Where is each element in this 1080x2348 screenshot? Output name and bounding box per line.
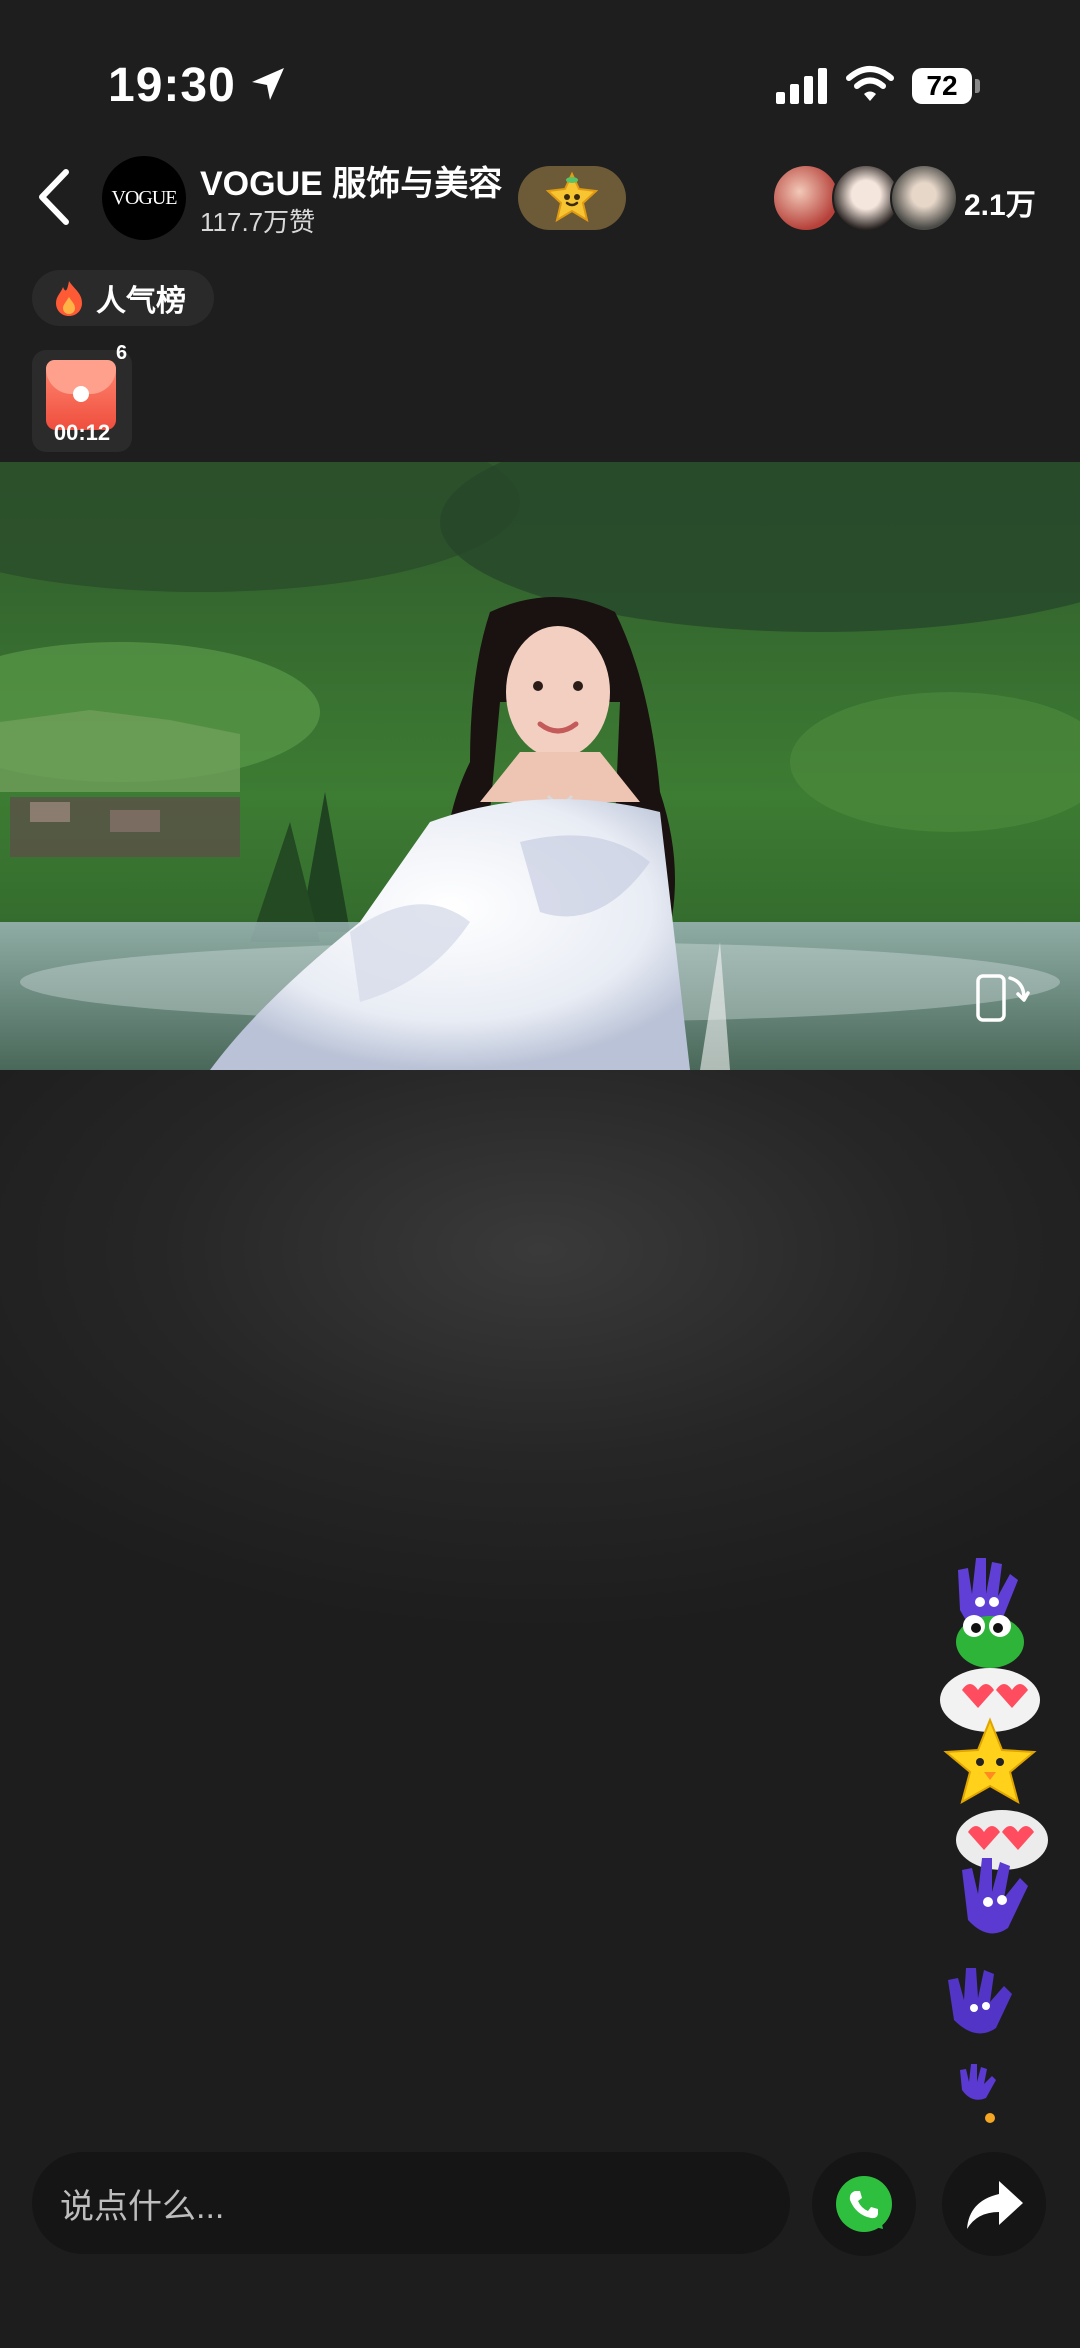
red-envelope-count-badge: 6 (116, 342, 128, 364)
purple-hand-reaction-3 (948, 1968, 1012, 2034)
viewer-avatar-3 (890, 164, 958, 232)
call-button[interactable] (812, 2152, 916, 2256)
channel-avatar[interactable]: VOGUE (102, 156, 186, 240)
battery-tip (975, 79, 980, 93)
heart-eyes-reaction-2 (956, 1810, 1048, 1870)
live-video[interactable] (0, 462, 1080, 1070)
flame-icon (56, 281, 82, 316)
channel-likes: 117.7万赞 (200, 207, 316, 237)
red-envelope-button[interactable]: 00:12 (32, 350, 132, 452)
red-envelope-timer: 00:12 (53, 420, 111, 445)
signal-icon (776, 68, 827, 104)
follow-button[interactable] (518, 166, 626, 230)
phone-call-icon (836, 2176, 892, 2232)
battery-icon: 72 (912, 68, 982, 106)
battery-level: 72 (912, 68, 972, 104)
red-envelope-seal (73, 386, 89, 402)
viewer-avatar-1 (772, 164, 840, 232)
wifi-icon (846, 66, 894, 101)
green-frog-reaction (956, 1615, 1024, 1668)
viewer-count[interactable]: 2.1万 (964, 180, 1036, 224)
back-icon[interactable] (32, 166, 76, 228)
share-arrow-icon (967, 2181, 1023, 2229)
location-arrow-icon (252, 68, 284, 100)
channel-name[interactable]: VOGUE 服饰与美容 (200, 156, 502, 205)
rotate-screen-icon[interactable] (970, 966, 1032, 1028)
floating-reactions (940, 1558, 1048, 2123)
star-mascot-icon (545, 171, 599, 223)
status-bar: 19:30 72 (0, 0, 1080, 150)
yellow-star-reaction (943, 1717, 1037, 1805)
small-purple-hand-reaction (960, 2064, 996, 2100)
video-scene (0, 462, 1080, 1070)
popularity-rank-chip[interactable]: 人气榜 (32, 270, 214, 326)
popularity-rank-label: 人气榜 (96, 285, 186, 318)
share-button[interactable] (942, 2152, 1046, 2256)
comment-input-placeholder: 说点什么... (60, 2187, 225, 2226)
comment-input[interactable]: 说点什么... (32, 2152, 790, 2254)
tiny-reaction-dot (985, 2113, 995, 2123)
status-time: 19:30 (108, 59, 236, 112)
